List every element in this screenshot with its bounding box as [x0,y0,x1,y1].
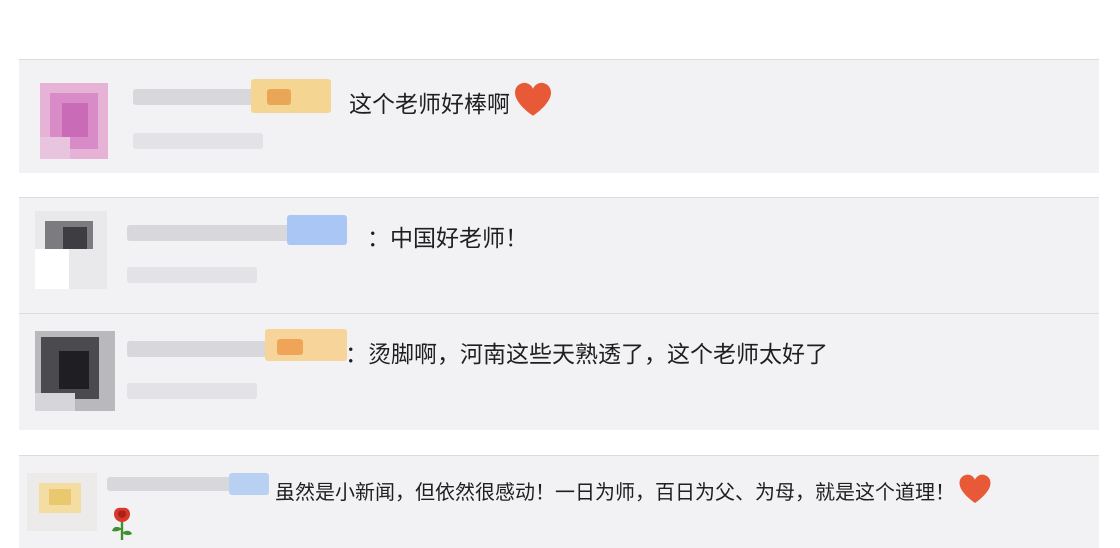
rose-icon [109,507,135,541]
avatar[interactable] [35,211,107,289]
heart-icon [957,473,993,509]
card-divider [19,455,1099,456]
comment-text-4: 虽然是小新闻，但依然很感动！一日为师，百日为父、为母，就是这个道理！ [275,473,993,509]
comment-text: ：烫脚啊，河南这些天熟透了，这个老师太好了 [345,342,828,368]
comment-feed: 这个老师好棒啊 ：中国好老师！ ：烫脚啊，河南这些天熟透了，这个老师太好了 虽然… [0,0,1120,548]
card-divider [19,59,1099,60]
comment-divider [19,313,1099,314]
comment-card-3: 虽然是小新闻，但依然很感动！一日为师，百日为父、为母，就是这个道理！ [19,455,1099,548]
comment-text-3: ：烫脚啊，河南这些天熟透了，这个老师太好了 [345,335,828,369]
comment-text: ：中国好老师！ [367,226,528,252]
card-divider [19,197,1099,198]
avatar[interactable] [27,473,97,531]
comment-text: 虽然是小新闻，但依然很感动！一日为师，百日为父、为母，就是这个道理！ [275,480,955,504]
heart-icon [512,81,554,123]
comment-text-1: 这个老师好棒啊 [349,81,554,123]
avatar[interactable] [35,331,115,411]
comment-text-2: ：中国好老师！ [367,219,528,253]
comment-text: 这个老师好棒啊 [349,92,510,118]
comment-card-2: ：中国好老师！ ：烫脚啊，河南这些天熟透了，这个老师太好了 [19,197,1099,430]
avatar[interactable] [40,83,108,159]
comment-card-1: 这个老师好棒啊 [19,59,1099,173]
